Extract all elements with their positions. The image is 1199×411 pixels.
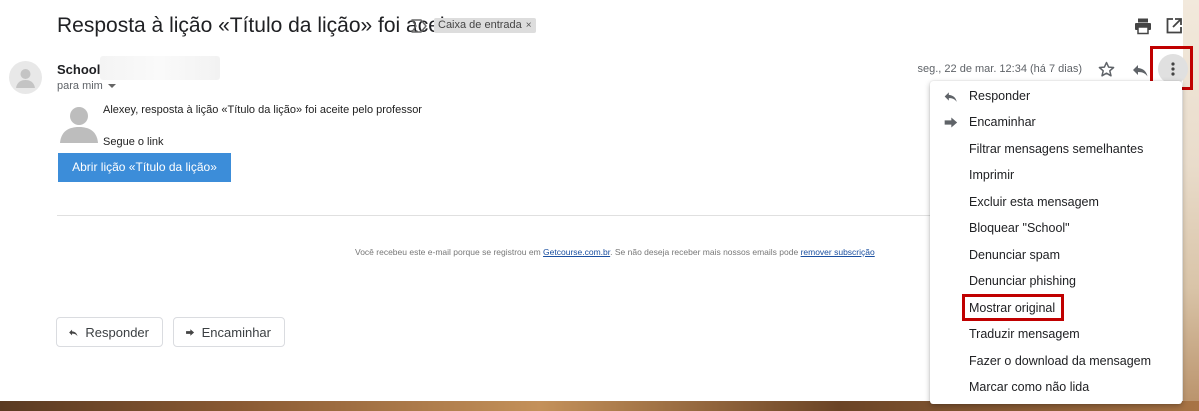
email-follow-text: Segue o link xyxy=(103,136,164,148)
menu-item-label: Marcar como não lida xyxy=(969,380,1090,394)
menu-item-filter-similar[interactable]: Filtrar mensagens semelhantes xyxy=(930,136,1182,162)
show-original-highlight xyxy=(962,294,1064,321)
star-icon[interactable] xyxy=(1098,61,1115,78)
more-options-menu: Responder Encaminhar Filtrar mensagens s… xyxy=(930,81,1182,404)
reply-icon xyxy=(944,92,957,102)
menu-item-label: Encaminhar xyxy=(969,115,1036,129)
menu-item-report-phishing[interactable]: Denunciar phishing xyxy=(930,268,1182,294)
menu-item-report-spam[interactable]: Denunciar spam xyxy=(930,242,1182,268)
reply-button-label: Responder xyxy=(85,324,149,340)
email-date: seg., 22 de mar. 12:34 (há 7 dias) xyxy=(917,63,1083,75)
recipient-details[interactable]: para mim xyxy=(57,80,116,92)
sender-avatar xyxy=(9,61,42,94)
chevron-down-icon[interactable] xyxy=(107,84,116,89)
menu-item-translate[interactable]: Traduzir mensagem xyxy=(930,321,1182,347)
forward-button[interactable]: Encaminhar xyxy=(173,317,285,347)
email-greeting: Alexey, resposta à lição «Título da liçã… xyxy=(103,104,422,116)
forward-icon xyxy=(186,328,195,336)
menu-item-label: Filtrar mensagens semelhantes xyxy=(969,142,1144,156)
menu-item-label: Bloquear "School" xyxy=(969,221,1070,235)
menu-item-label: Excluir esta mensagem xyxy=(969,195,1099,209)
recipient-label: para mim xyxy=(57,80,103,92)
important-marker-icon[interactable] xyxy=(411,19,427,33)
menu-item-block[interactable]: Bloquear "School" xyxy=(930,215,1182,241)
sender-email-redacted xyxy=(100,56,220,80)
print-icon[interactable] xyxy=(1134,17,1152,35)
site-link[interactable]: Getcourse.com.br xyxy=(543,247,610,257)
footer-prefix: Você recebeu este e-mail porque se regis… xyxy=(355,247,544,257)
open-in-new-window-icon[interactable] xyxy=(1165,17,1183,35)
menu-item-print[interactable]: Imprimir xyxy=(930,162,1182,188)
menu-item-label: Responder xyxy=(969,89,1031,103)
inbox-label-text: Caixa de entrada xyxy=(438,19,522,31)
divider xyxy=(57,215,932,216)
menu-item-label: Fazer o download da mensagem xyxy=(969,354,1152,368)
inbox-label-chip: Caixa de entrada × xyxy=(434,18,536,33)
menu-item-label: Traduzir mensagem xyxy=(969,327,1080,341)
menu-item-label: Denunciar spam xyxy=(969,248,1061,262)
reply-icon xyxy=(69,329,78,336)
menu-item-forward[interactable]: Encaminhar xyxy=(930,109,1182,135)
menu-item-download[interactable]: Fazer o download da mensagem xyxy=(930,348,1182,374)
email-subject: Resposta à lição «Título da lição» foi a… xyxy=(57,14,463,37)
menu-item-label: Imprimir xyxy=(969,168,1015,182)
email-footer: Você recebeu este e-mail porque se regis… xyxy=(355,247,875,257)
footer-middle: . Se não deseja receber mais nossos emai… xyxy=(610,247,801,257)
menu-item-label: Denunciar phishing xyxy=(969,274,1077,288)
sender-name[interactable]: School xyxy=(57,62,100,77)
unsubscribe-link[interactable]: remover subscrição xyxy=(801,247,875,257)
forward-icon xyxy=(944,117,958,128)
reply-button[interactable]: Responder xyxy=(56,317,163,347)
open-lesson-button[interactable]: Abrir lição «Título da lição» xyxy=(58,153,231,182)
person-icon xyxy=(60,107,98,143)
person-icon xyxy=(16,69,35,88)
reply-icon[interactable] xyxy=(1131,61,1149,79)
menu-item-reply[interactable]: Responder xyxy=(930,83,1182,109)
remove-label-button[interactable]: × xyxy=(526,20,532,31)
forward-button-label: Encaminhar xyxy=(201,324,271,340)
menu-item-mark-unread[interactable]: Marcar como não lida xyxy=(930,374,1182,400)
menu-item-delete[interactable]: Excluir esta mensagem xyxy=(930,189,1182,215)
